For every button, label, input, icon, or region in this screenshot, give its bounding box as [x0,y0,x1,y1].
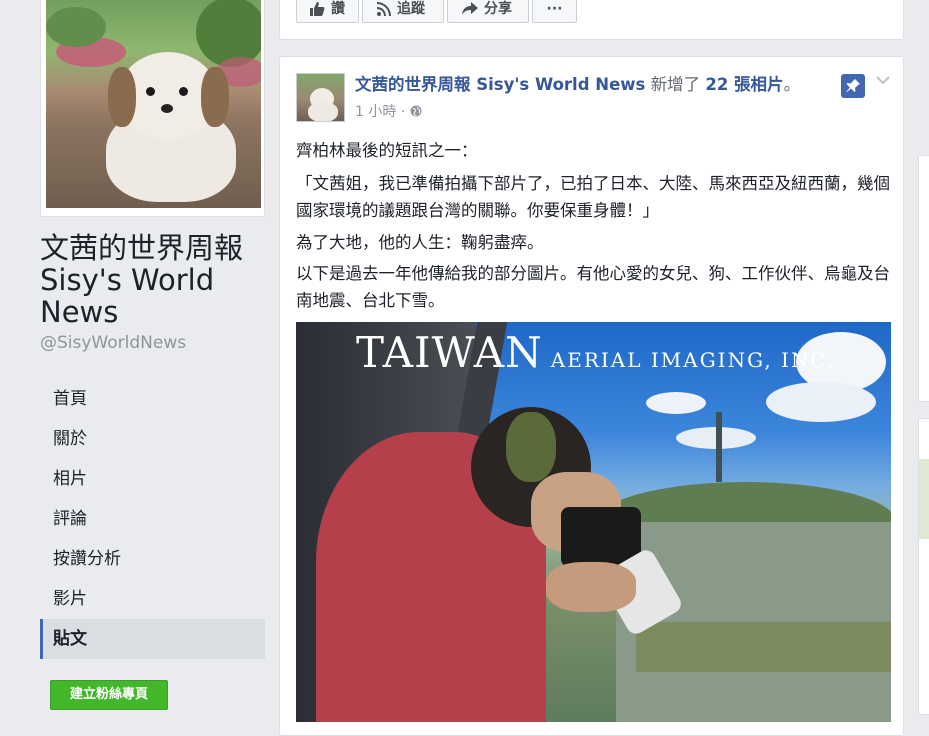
nav-item-about[interactable]: 關於 [40,419,265,459]
post-author-avatar[interactable] [296,73,345,122]
post-action-text: 新增了 [650,75,701,94]
thumbs-up-icon [310,2,325,16]
post-photo-count-link[interactable]: 22 張相片 [705,75,783,94]
pin-icon[interactable] [841,74,865,98]
right-sidebar-map-card [918,418,929,715]
post-header: 文茜的世界周報 Sisy's World News 新增了 22 張相片。 [355,73,800,97]
post-header-period: 。 [783,75,801,94]
globe-icon [410,105,422,117]
post-author-link[interactable]: 文茜的世界周報 Sisy's World News [355,75,645,94]
nav-item-reviews[interactable]: 評論 [40,499,265,539]
share-button[interactable]: 分享 [447,0,529,23]
share-arrow-icon [462,2,478,15]
like-label: 讚 [331,1,345,17]
follow-label: 追蹤 [397,1,425,17]
profile-picture[interactable] [40,0,265,217]
right-sidebar-card [918,155,929,402]
nav-item-label: 相片 [53,469,87,489]
photo-watermark: TAIWAN AERIAL IMAGING, INC. [356,328,835,377]
post-card: 文茜的世界周報 Sisy's World News 新增了 22 張相片。 1 … [279,56,904,736]
post-paragraph: 齊柏林最後的短訊之一： [296,141,478,160]
nav-item-photos[interactable]: 相片 [40,459,265,499]
nav-item-posts[interactable]: 貼文 [40,619,265,659]
profile-photo-dog [46,0,261,208]
post-paragraph: 為了大地，他的人生：鞠躬盡瘁。 [296,233,544,252]
nav-item-videos[interactable]: 影片 [40,579,265,619]
nav-item-label: 首頁 [53,389,87,409]
nav-item-home[interactable]: 首頁 [40,379,265,419]
more-icon: ··· [546,1,563,17]
like-button[interactable]: 讚 [296,0,359,23]
nav-item-label: 關於 [53,429,87,449]
timestamp-text: 1 小時 · [355,104,406,120]
post-timestamp[interactable]: 1 小時 · [355,101,422,121]
nav-item-label: 評論 [53,509,87,529]
page-title: 文茜的世界周報 Sisy's World News [40,231,244,329]
share-label: 分享 [484,1,512,17]
nav-item-label: 影片 [53,589,87,609]
rss-icon [377,2,391,16]
chevron-down-icon[interactable] [876,75,890,85]
page-handle[interactable]: @SisyWorldNews [40,333,186,353]
nav-item-label: 貼文 [53,629,87,649]
map-thumbnail[interactable] [919,459,929,539]
post-photo[interactable]: TAIWAN AERIAL IMAGING, INC. [296,322,891,722]
nav-item-likes-analytics[interactable]: 按讚分析 [40,539,265,579]
page-action-bar: 讚 追蹤 分享 ··· [279,0,904,40]
post-paragraph: 「文茜姐，我已準備拍攝下部片了，已拍了日本、大陸、馬來西亞及紐西蘭，幾個國家環境… [296,174,890,220]
nav-item-label: 按讚分析 [53,549,121,569]
post-paragraph: 以下是過去一年他傳給我的部分圖片。有他心愛的女兒、狗、工作伙伴、烏龜及台南地震、… [296,264,890,310]
follow-button[interactable]: 追蹤 [362,0,444,23]
watermark-title: TAIWAN [356,328,543,377]
more-options-button[interactable]: ··· [532,0,577,23]
watermark-subtitle: AERIAL IMAGING, INC. [550,348,836,372]
create-page-button[interactable]: 建立粉絲專頁 [50,680,168,710]
